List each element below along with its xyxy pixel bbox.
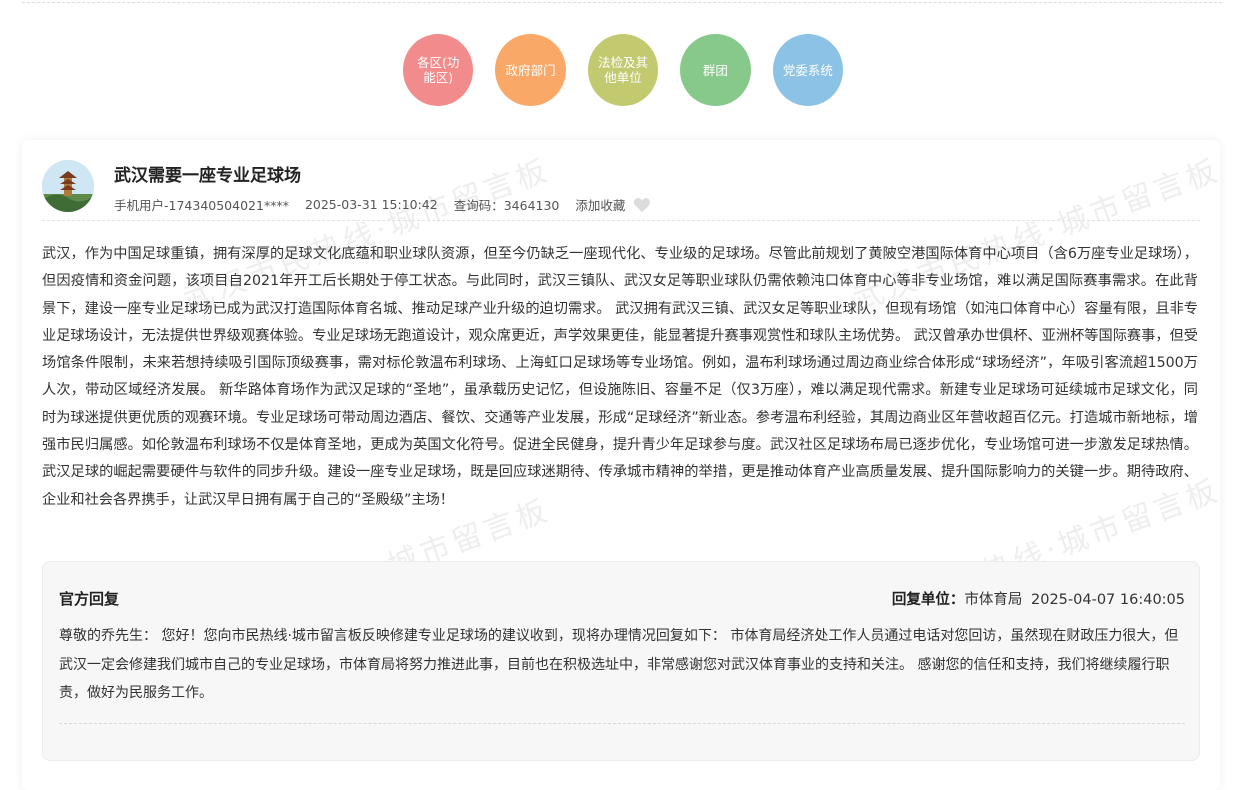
- category-district[interactable]: 各区(功能区): [403, 34, 474, 106]
- category-nav: 各区(功能区) 政府部门 法检及其他单位 群团 党委系统: [403, 34, 844, 106]
- post-datetime: 2025-03-31 15:10:42: [304, 197, 438, 212]
- header-divider: [42, 220, 1200, 221]
- reply-body: 尊敬的乔先生： 您好！您向市民热线·城市留言板反映修建专业足球场的建议收到，现将…: [59, 628, 1179, 701]
- avatar-pagoda-icon: [42, 160, 94, 212]
- reply-unit: 市体育局: [964, 592, 1023, 608]
- reply-unit-info: 回复单位：市体育局 2025-04-07 16:40:05: [892, 588, 1185, 609]
- post-meta: 手机用户-174340504021**** 2025-03-31 15:10:4…: [114, 195, 651, 214]
- add-favorite-link[interactable]: 添加收藏: [575, 195, 625, 214]
- post-query-code: 查询码：3464130: [453, 198, 560, 213]
- category-judicial-other[interactable]: 法检及其他单位: [587, 34, 659, 106]
- reply-title: 官方回复: [59, 590, 120, 608]
- post-author: 手机用户-174340504021****: [114, 198, 289, 213]
- post-title: 武汉需要一座专业足球场: [114, 166, 301, 186]
- top-divider: [22, 2, 1222, 3]
- reply-datetime: 2025-04-07 16:40:05: [1031, 592, 1185, 608]
- reply-unit-label: 回复单位：: [891, 592, 965, 608]
- category-party-system[interactable]: 党委系统: [772, 34, 844, 106]
- post-card: 武汉市民热线·城市留言板 武汉市民热线·城市留言板 武汉市民热线·城市留言板 武…: [22, 140, 1220, 790]
- category-mass-org[interactable]: 群团: [680, 34, 751, 106]
- category-government[interactable]: 政府部门: [495, 34, 566, 106]
- heart-icon[interactable]: [633, 197, 651, 213]
- reply-divider: [59, 723, 1185, 724]
- post-body: 武汉，作为中国足球重镇，拥有深厚的足球文化底蕴和职业球队资源，但至今仍缺乏一座现…: [42, 246, 1198, 508]
- official-reply: 官方回复 回复单位：市体育局 2025-04-07 16:40:05 尊敬的乔先…: [42, 561, 1200, 761]
- avatar: [42, 160, 94, 212]
